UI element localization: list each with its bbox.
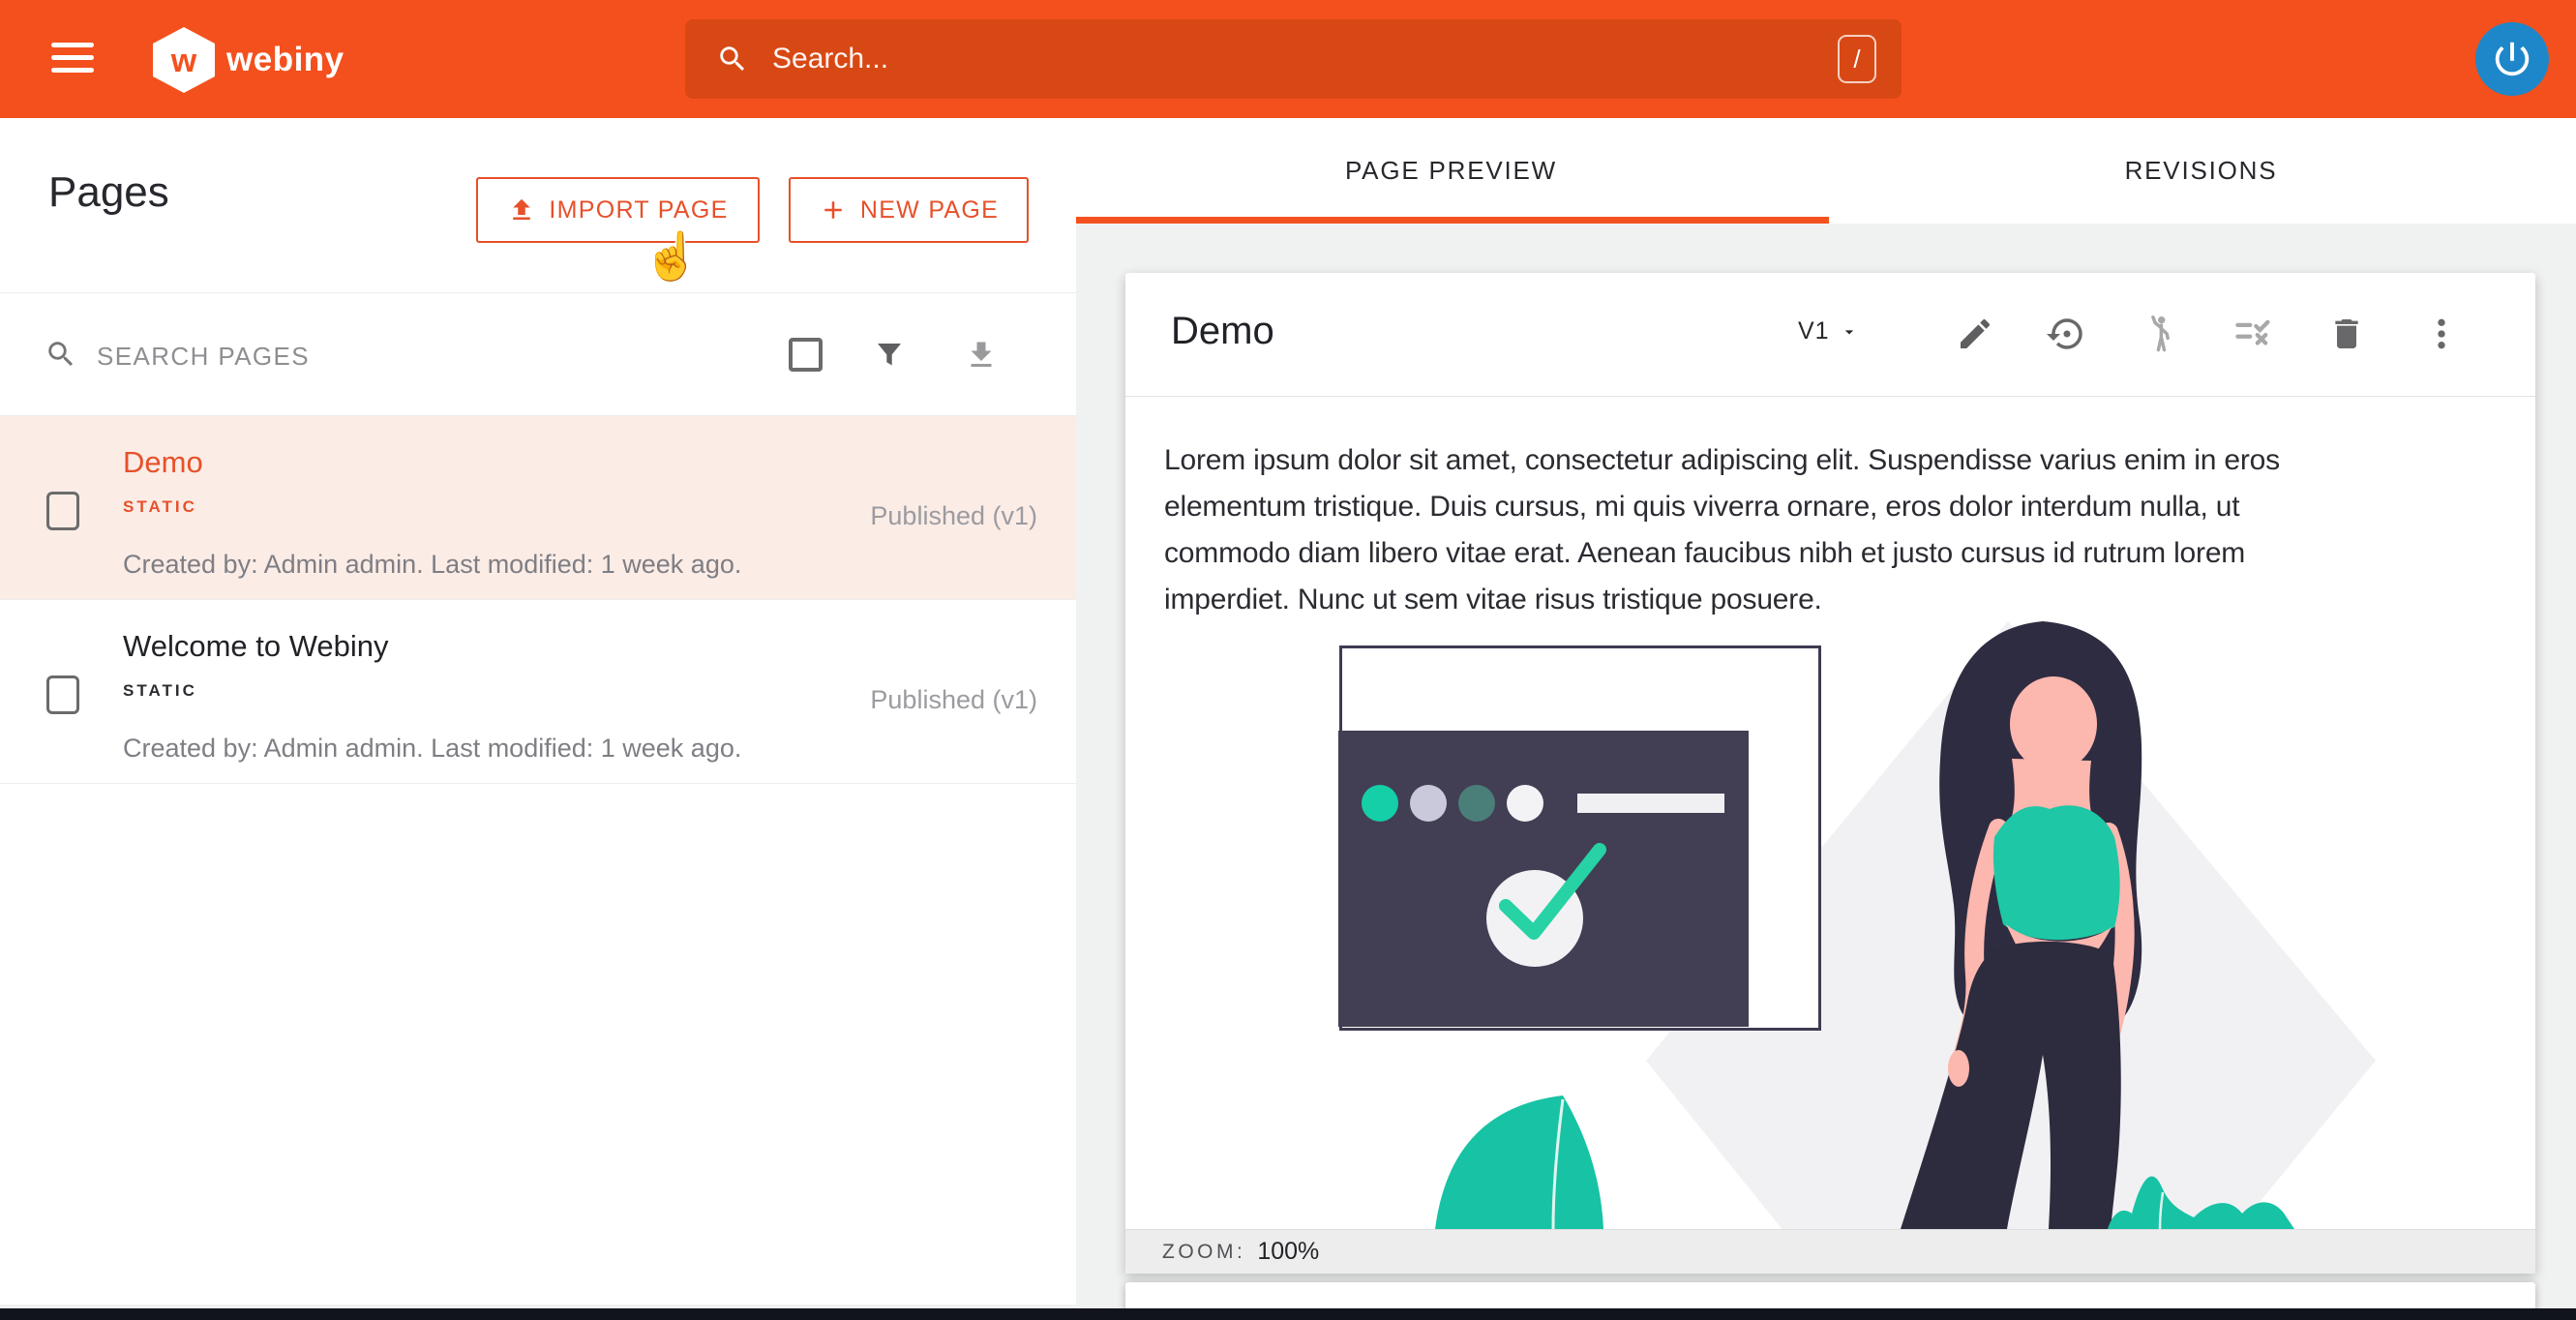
app-header: w webiny Search... / xyxy=(0,0,2576,118)
page-preview-illustration xyxy=(1338,621,2376,1229)
hamburger-menu-icon[interactable] xyxy=(51,43,94,75)
zoom-label: ZOOM: xyxy=(1162,1240,1246,1263)
body-text-line: commodo diam libero vitae erat. Aenean f… xyxy=(1164,537,2246,569)
user-avatar[interactable] xyxy=(2475,22,2549,96)
plus-icon xyxy=(824,201,842,219)
page-list-item-welcome[interactable]: Welcome to Webiny STATIC Published (v1) … xyxy=(0,600,1076,784)
import-page-label: IMPORT PAGE xyxy=(549,195,729,224)
slash-shortcut-key: / xyxy=(1838,35,1876,83)
zoom-value[interactable]: 100% xyxy=(1257,1238,1319,1266)
page-row-meta: Created by: Admin admin. Last modified: … xyxy=(123,550,742,579)
unpublish-list-icon[interactable] xyxy=(2231,312,2275,356)
import-page-button[interactable]: IMPORT PAGE xyxy=(476,177,760,243)
delete-trash-icon[interactable] xyxy=(2324,312,2369,356)
page-preview-card: Demo V1 Lorem ipsum dolor sit amet, cons… xyxy=(1125,273,2535,1274)
row-checkbox[interactable] xyxy=(46,675,79,714)
avatar-power-icon xyxy=(2495,42,2530,76)
search-icon xyxy=(48,342,74,367)
page-row-type-badge: STATIC xyxy=(123,681,197,700)
page-row-type-badge: STATIC xyxy=(123,497,197,516)
search-placeholder: Search... xyxy=(772,43,889,75)
new-page-button[interactable]: NEW PAGE xyxy=(789,177,1029,243)
webiny-logo-icon: w xyxy=(153,27,215,93)
webiny-logo[interactable]: w webiny xyxy=(153,27,443,93)
new-page-label: NEW PAGE xyxy=(859,195,1000,224)
version-selector[interactable]: V1 xyxy=(1798,317,1859,345)
screen-bottom-edge xyxy=(0,1308,2576,1320)
page-row-title: Demo xyxy=(123,445,203,479)
page-row-meta: Created by: Admin admin. Last modified: … xyxy=(123,734,742,763)
search-icon xyxy=(720,46,745,72)
chevron-down-icon xyxy=(1844,329,1853,334)
pages-panel: Pages IMPORT PAGE NEW PAGE SEARCH PAGES xyxy=(0,118,1076,1305)
page-row-title: Welcome to Webiny xyxy=(123,629,389,663)
preview-page-title: Demo xyxy=(1171,310,1274,352)
tab-page-preview[interactable]: PAGE PREVIEW xyxy=(1076,118,1826,224)
page-row-status: Published (v1) xyxy=(870,501,1037,530)
preview-tabbar: PAGE PREVIEW REVISIONS xyxy=(1076,118,2576,224)
request-review-person-icon[interactable] xyxy=(2139,312,2183,356)
tab-revisions[interactable]: REVISIONS xyxy=(1826,118,2576,224)
svg-text:w: w xyxy=(170,43,197,79)
preview-body-text: Lorem ipsum dolor sit amet, consectetur … xyxy=(1164,437,2509,623)
page-list-item-demo[interactable]: Demo STATIC Published (v1) Created by: A… xyxy=(0,416,1076,600)
preview-card-header: Demo V1 xyxy=(1125,273,2535,397)
row-checkbox[interactable] xyxy=(46,492,79,530)
preview-zoom-bar: ZOOM: 100% xyxy=(1125,1229,2535,1274)
export-download-icon[interactable] xyxy=(964,338,999,377)
upload-icon xyxy=(513,198,531,220)
active-tab-underline xyxy=(1076,217,1829,224)
page-row-status: Published (v1) xyxy=(870,685,1037,714)
filter-funnel-icon[interactable] xyxy=(872,338,907,377)
body-text-line: elementum tristique. Duis cursus, mi qui… xyxy=(1164,491,2240,523)
search-pages-input[interactable]: SEARCH PAGES xyxy=(97,342,310,372)
preview-panel: PAGE PREVIEW REVISIONS Demo V1 Lorem ips… xyxy=(1076,118,2576,1320)
more-kebab-icon[interactable] xyxy=(2419,312,2464,356)
edit-pencil-icon[interactable] xyxy=(1953,312,1997,356)
pages-panel-header: Pages IMPORT PAGE NEW PAGE xyxy=(0,118,1076,293)
global-search-input[interactable]: Search... / xyxy=(685,19,1902,99)
body-text-line: Lorem ipsum dolor sit amet, consectetur … xyxy=(1164,444,2280,476)
page-title: Pages xyxy=(48,168,169,216)
brand-text: webiny xyxy=(226,41,344,78)
pages-search-bar: SEARCH PAGES xyxy=(0,293,1076,416)
select-all-checkbox[interactable] xyxy=(789,338,823,372)
restore-history-icon[interactable] xyxy=(2045,312,2089,356)
version-label: V1 xyxy=(1798,317,1830,345)
